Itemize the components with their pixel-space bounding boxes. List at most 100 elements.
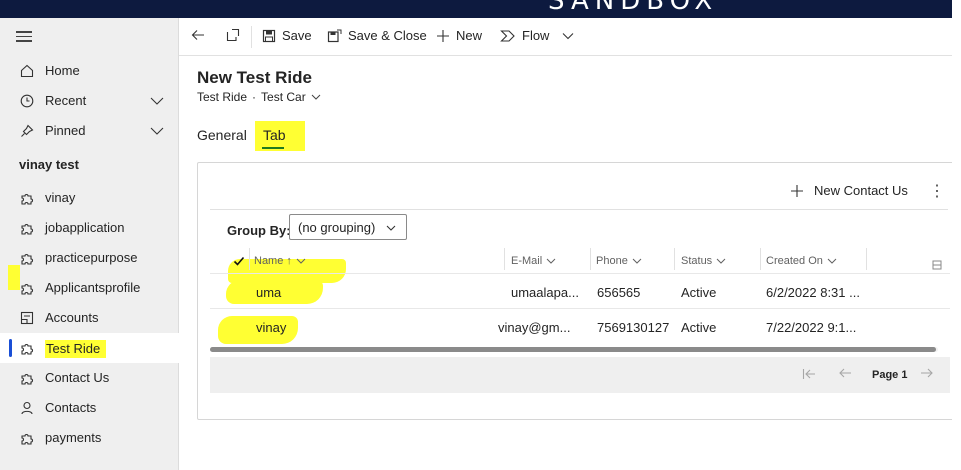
flow-icon	[500, 29, 515, 42]
hamburger-menu-icon[interactable]	[16, 28, 32, 42]
chevron-down-icon	[296, 258, 306, 264]
sidebar-item-payments[interactable]: payments	[0, 423, 179, 453]
sidebar-item-accounts[interactable]: Accounts	[0, 303, 179, 333]
open-in-new-window-button[interactable]	[226, 28, 240, 42]
sidebar-item-test-ride[interactable]: Test Ride	[0, 333, 179, 363]
sidebar-item-label: Test Ride	[45, 340, 107, 358]
next-page-icon[interactable]	[920, 367, 934, 382]
sidebar-item-label: Pinned	[45, 123, 86, 138]
row-name-link[interactable]: uma	[256, 285, 281, 300]
previous-page-icon[interactable]	[838, 367, 852, 382]
puzzle-icon	[19, 190, 35, 206]
puzzle-icon	[19, 340, 35, 356]
row-email: vinay@gm...	[498, 320, 571, 335]
chevron-down-icon[interactable]	[311, 92, 321, 102]
banner-text: SANDBOX	[548, 0, 719, 16]
active-indicator	[9, 339, 12, 357]
new-button[interactable]: New	[436, 28, 482, 43]
chevron-down-icon	[632, 258, 642, 264]
column-header-created-on[interactable]: Created On	[766, 249, 837, 273]
tab-general[interactable]: General	[197, 127, 247, 143]
row-created-on: 6/2/2022 8:31 ...	[766, 285, 860, 300]
sidebar-item-practicepurpose[interactable]: practicepurpose	[0, 243, 179, 273]
form-breadcrumb: Test Ride · Test Car	[197, 90, 321, 104]
select-all-checkbox[interactable]	[233, 249, 245, 273]
person-icon	[19, 400, 35, 416]
group-by-select[interactable]: (no grouping)	[289, 214, 407, 240]
puzzle-icon	[19, 370, 35, 386]
row-email: umaalapa...	[511, 285, 579, 300]
command-bar: Save Save & Close New Flow	[179, 18, 952, 56]
puzzle-icon	[19, 250, 35, 266]
sidebar-item-applicantsprofile[interactable]: Applicantsprofile	[0, 273, 179, 303]
group-by-label: Group By:	[227, 223, 291, 238]
scrollbar-thumb[interactable]	[210, 347, 936, 352]
row-created-on: 7/22/2022 9:1...	[766, 320, 857, 335]
column-header-phone[interactable]: Phone	[596, 249, 642, 273]
sidebar-item-label: Applicantsprofile	[45, 280, 141, 295]
row-phone: 656565	[597, 285, 641, 300]
horizontal-scrollbar[interactable]	[210, 347, 938, 352]
subgrid-footer: Page 1	[210, 357, 950, 393]
column-header-label: Phone	[596, 255, 628, 267]
sidebar-item-label: practicepurpose	[45, 250, 138, 265]
flow-button[interactable]: Flow	[500, 28, 575, 43]
group-by-value: (no grouping)	[298, 219, 376, 235]
sidebar-item-pinned[interactable]: Pinned	[0, 116, 179, 146]
more-commands-icon[interactable]: ⋮	[929, 181, 945, 201]
column-header-name[interactable]: Name ↑	[254, 249, 306, 273]
new-contact-us-button[interactable]: New Contact Us	[790, 183, 908, 198]
chevron-down-icon	[827, 258, 837, 264]
sidebar-item-label: Home	[45, 63, 80, 78]
flow-label: Flow	[522, 28, 550, 43]
screen-edge	[952, 0, 961, 470]
tab-tab[interactable]: Tab	[255, 121, 305, 151]
tab-label: Tab	[263, 127, 286, 143]
tab-selected-underline	[262, 147, 284, 149]
row-name-link[interactable]: vinay	[256, 320, 286, 335]
form-selector[interactable]: Test Car	[261, 90, 306, 104]
column-header-label: E-Mail	[511, 255, 543, 267]
row-status: Active	[681, 285, 717, 300]
chevron-down-icon[interactable]	[149, 93, 165, 109]
sidebar-item-label: vinay	[45, 190, 76, 205]
entity-name: Test Ride	[197, 90, 248, 104]
checkmark-icon	[233, 256, 245, 266]
home-icon	[19, 63, 35, 79]
sidebar-item-vinay[interactable]: vinay	[0, 183, 179, 213]
subgrid-command-bar: New Contact Us ⋮	[198, 163, 961, 209]
first-page-icon[interactable]	[802, 368, 816, 383]
puzzle-icon	[19, 280, 35, 296]
page-title: New Test Ride	[197, 68, 312, 87]
clock-icon	[19, 93, 35, 109]
sidebar-item-contacts[interactable]: Contacts	[0, 393, 179, 423]
chevron-down-icon	[546, 258, 556, 264]
sidebar-item-home[interactable]: Home	[0, 56, 179, 86]
sidebar-item-label: jobapplication	[45, 220, 125, 235]
popout-icon	[226, 28, 240, 42]
save-close-icon	[327, 29, 342, 42]
sidebar-item-contact-us[interactable]: Contact Us	[0, 363, 179, 393]
column-header-label: Created On	[766, 255, 823, 267]
save-close-button[interactable]: Save & Close	[327, 28, 427, 43]
row-phone: 7569130127	[597, 320, 670, 335]
accounts-icon	[19, 310, 35, 326]
sidebar-item-label: Contact Us	[45, 370, 110, 385]
sidebar-item-label: Accounts	[45, 310, 99, 325]
sidebar-item-label: Contacts	[45, 400, 97, 415]
back-button[interactable]	[191, 28, 205, 42]
chevron-down-icon[interactable]	[149, 123, 165, 139]
chevron-down-icon	[386, 225, 396, 231]
back-arrow-icon	[191, 30, 204, 40]
save-close-label: Save & Close	[348, 28, 427, 43]
save-button[interactable]: Save	[262, 28, 312, 43]
page-indicator: Page 1	[872, 369, 908, 381]
column-header-label: Name ↑	[254, 255, 292, 267]
column-header-email[interactable]: E-Mail	[511, 249, 556, 273]
column-header-status[interactable]: Status	[681, 249, 726, 273]
sidebar-item-jobapplication[interactable]: jobapplication	[0, 213, 179, 243]
sidebar-section-title: vinay test	[19, 157, 79, 172]
sidebar-item-recent[interactable]: Recent	[0, 86, 179, 116]
column-header-label: Status	[681, 255, 713, 267]
new-contact-us-label: New Contact Us	[814, 183, 908, 198]
